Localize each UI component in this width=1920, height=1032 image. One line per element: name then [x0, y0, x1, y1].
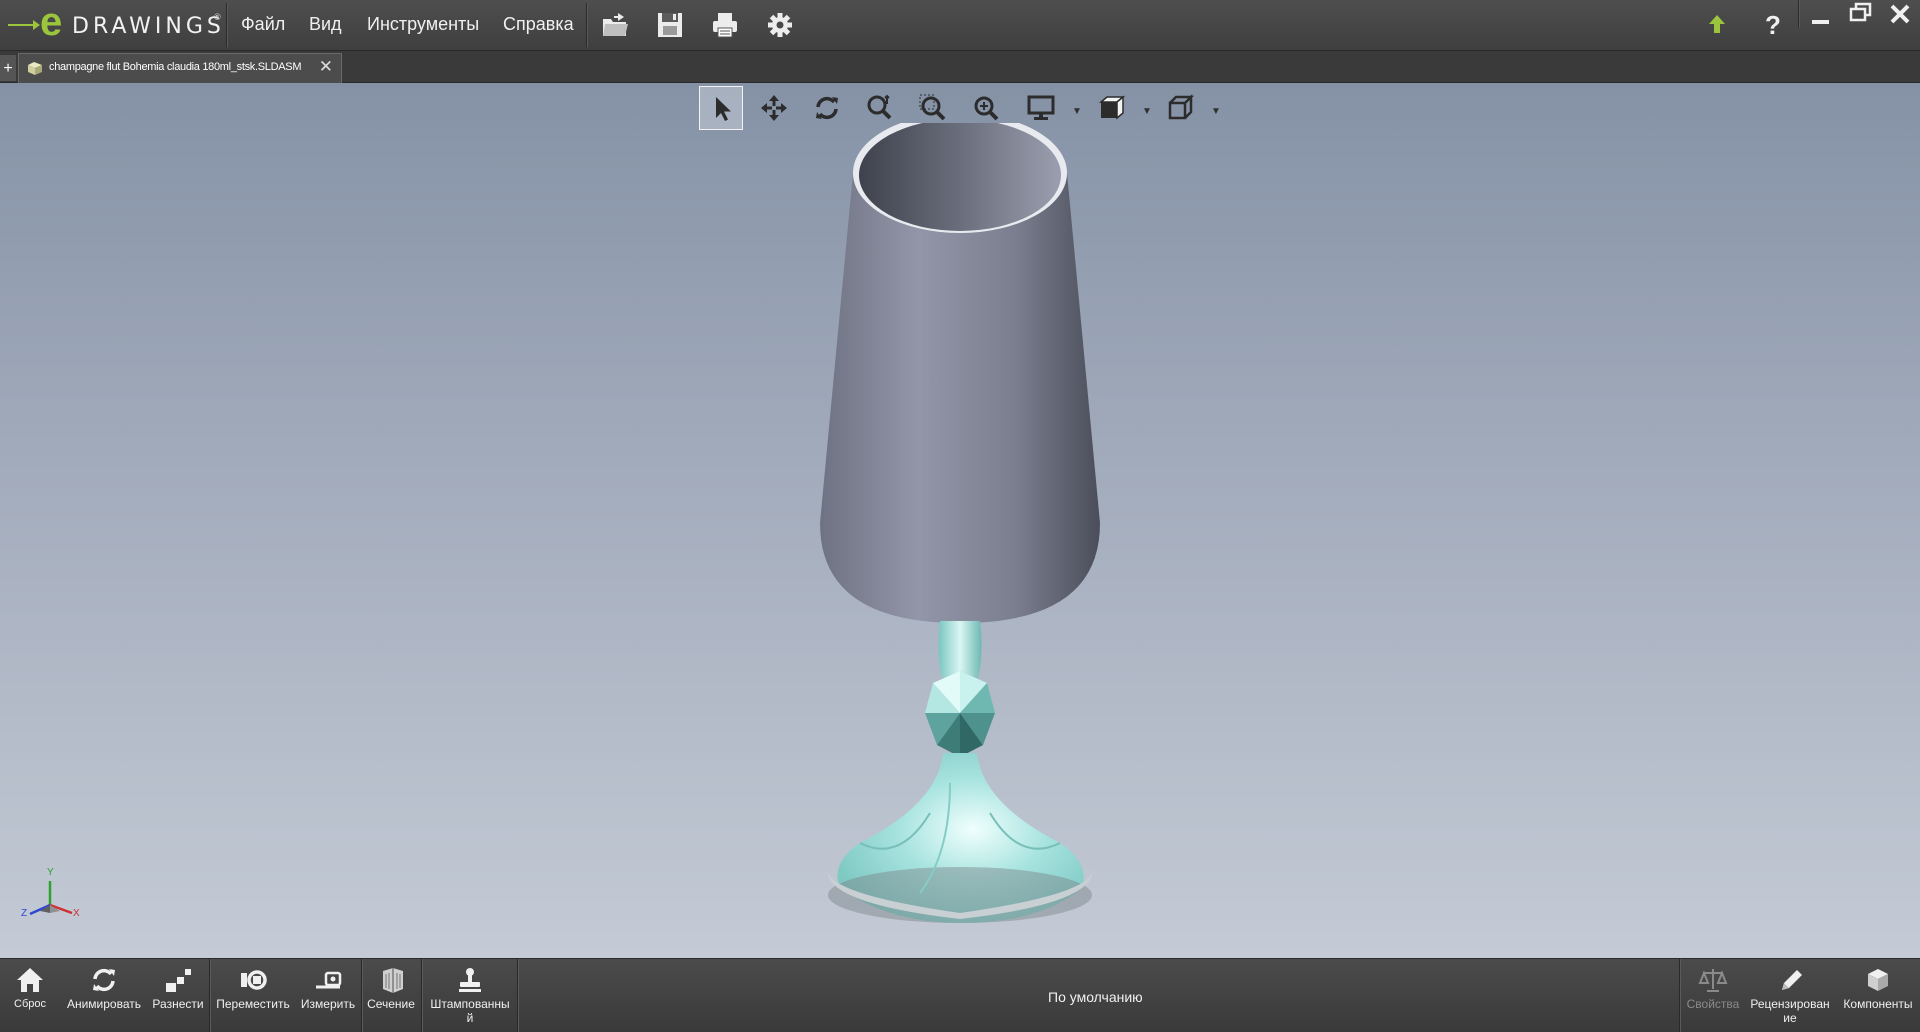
separator — [226, 3, 228, 47]
select-button[interactable] — [699, 86, 743, 130]
section-icon — [383, 968, 403, 993]
animate-icon — [93, 968, 115, 992]
separator — [361, 959, 363, 1032]
title-bar: e DRAWINGS ® Файл Вид Инструменты Справк… — [0, 0, 1920, 51]
champagne-flute-model[interactable] — [800, 123, 1130, 923]
components-button[interactable]: Компоненты — [1838, 959, 1918, 1032]
separator — [209, 959, 211, 1032]
pan-icon — [761, 95, 787, 121]
logo-e: e — [40, 0, 63, 44]
reset-button[interactable]: Сброс — [5, 959, 55, 1032]
home-icon — [17, 968, 43, 992]
separator — [1679, 959, 1681, 1032]
properties-button[interactable]: Свойства — [1683, 959, 1743, 1032]
help-icon[interactable]: ? — [1758, 10, 1788, 40]
pan-button[interactable] — [752, 86, 796, 130]
measure-icon — [316, 971, 342, 989]
close-tab-icon[interactable]: ✕ — [319, 57, 333, 77]
review-label-line2: ие — [1783, 1011, 1797, 1025]
stamp-icon — [459, 968, 481, 992]
reset-label: Сброс — [14, 998, 46, 1010]
document-tab[interactable]: champagne flut Bohemia claudia 180ml_sts… — [18, 53, 342, 83]
properties-label: Свойства — [1686, 997, 1740, 1011]
document-tab-bar: + champagne flut Bohemia claudia 180ml_s… — [0, 51, 1920, 83]
menu-view[interactable]: Вид — [309, 14, 342, 35]
menu-file[interactable]: Файл — [241, 14, 285, 35]
assembly-icon — [28, 62, 42, 75]
section-label: Сечение — [367, 997, 415, 1011]
graphics-viewport[interactable]: ▼ ▼ ▼ Y X Z — [0, 83, 1920, 958]
document-tab-label: champagne flut Bohemia claudia 180ml_sts… — [49, 61, 302, 73]
close-window-icon[interactable] — [1885, 0, 1915, 30]
menu-help[interactable]: Справка — [503, 14, 574, 35]
separator — [421, 959, 423, 1032]
separator — [517, 959, 519, 1032]
chevron-down-icon[interactable]: ▼ — [1072, 106, 1082, 117]
bottom-toolbar: Сброс Анимировать Разнести Переместить И — [0, 958, 1920, 1032]
logo-registered-mark: ® — [214, 12, 221, 22]
review-label-line1: Рецензирован — [1750, 997, 1830, 1011]
triad-z-label: Z — [21, 908, 28, 919]
separator — [1798, 0, 1800, 28]
stem-knot — [925, 671, 995, 757]
restore-icon[interactable] — [1846, 0, 1876, 30]
stamp-button[interactable]: Штампованны й — [424, 959, 516, 1032]
edrawings-logo: e DRAWINGS ® — [6, 0, 226, 46]
update-arrow-icon[interactable] — [1702, 10, 1732, 40]
new-tab-button[interactable]: + — [0, 55, 16, 81]
logo-word: DRAWINGS — [72, 14, 225, 39]
explode-button[interactable]: Разнести — [150, 959, 206, 1032]
pencil-icon — [1782, 970, 1802, 990]
settings-icon[interactable] — [765, 10, 795, 40]
measure-label: Измерить — [300, 997, 356, 1011]
stamp-label-line2: й — [466, 1011, 474, 1025]
components-icon — [1868, 969, 1888, 991]
menu-tools[interactable]: Инструменты — [367, 14, 479, 35]
components-label: Компоненты — [1843, 997, 1913, 1011]
explode-label: Разнести — [152, 997, 204, 1011]
measure-button[interactable]: Измерить — [296, 959, 360, 1032]
animate-label: Анимировать — [66, 997, 142, 1011]
triad-x-label: X — [73, 908, 80, 919]
move-component-icon — [241, 970, 267, 990]
move-label: Переместить — [216, 997, 290, 1011]
separator — [586, 3, 588, 47]
save-icon[interactable] — [655, 10, 685, 40]
print-icon[interactable] — [710, 10, 740, 40]
minimize-icon[interactable] — [1806, 2, 1836, 32]
section-button[interactable]: Сечение — [364, 959, 418, 1032]
chevron-down-icon[interactable]: ▼ — [1142, 106, 1152, 117]
triad-y-label: Y — [47, 867, 54, 878]
select-icon — [716, 97, 731, 121]
animate-button[interactable]: Анимировать — [60, 959, 148, 1032]
stamp-label-line1: Штампованны — [430, 997, 510, 1011]
standard-views-button[interactable] — [1159, 86, 1203, 130]
explode-icon — [166, 969, 191, 992]
move-button[interactable]: Переместить — [212, 959, 294, 1032]
chevron-down-icon[interactable]: ▼ — [1211, 106, 1221, 117]
axis-triad — [29, 881, 73, 916]
configuration-label[interactable]: По умолчанию — [1048, 989, 1143, 1005]
review-button[interactable]: Рецензирован ие — [1745, 959, 1835, 1032]
logo-arrow-icon — [8, 20, 40, 30]
open-icon[interactable] — [600, 10, 630, 40]
scales-icon — [1698, 969, 1728, 992]
standard-views-icon — [1168, 93, 1195, 120]
